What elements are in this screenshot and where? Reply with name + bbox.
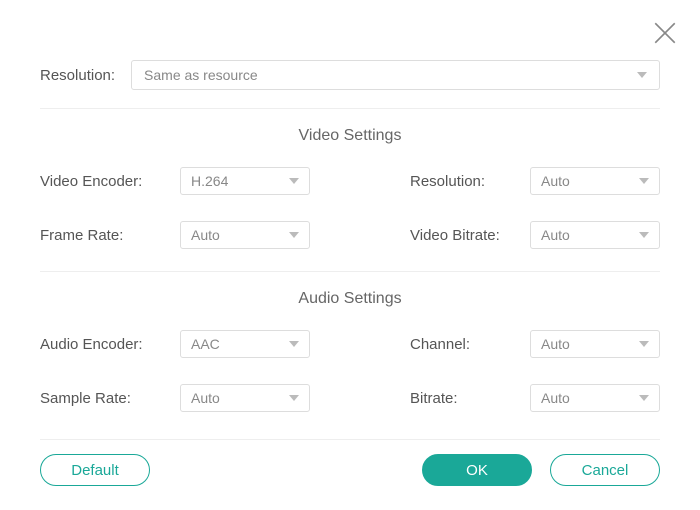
audio-settings-heading: Audio Settings: [40, 290, 660, 308]
audio-encoder-select[interactable]: AAC: [180, 330, 310, 358]
chevron-down-icon: [289, 232, 299, 238]
video-encoder-label: Video Encoder:: [40, 173, 180, 190]
video-resolution-select[interactable]: Auto: [530, 167, 660, 195]
default-button-label: Default: [71, 462, 119, 479]
video-encoder-select[interactable]: H.264: [180, 167, 310, 195]
chevron-down-icon: [289, 395, 299, 401]
video-encoder-value: H.264: [191, 173, 228, 189]
video-resolution-label: Resolution:: [410, 173, 530, 190]
chevron-down-icon: [639, 341, 649, 347]
video-bitrate-label: Video Bitrate:: [410, 227, 530, 244]
frame-rate-select[interactable]: Auto: [180, 221, 310, 249]
chevron-down-icon: [289, 341, 299, 347]
audio-bitrate-label: Bitrate:: [410, 390, 530, 407]
audio-encoder-label: Audio Encoder:: [40, 336, 180, 353]
cancel-button[interactable]: Cancel: [550, 454, 660, 486]
frame-rate-value: Auto: [191, 227, 220, 243]
video-bitrate-value: Auto: [541, 227, 570, 243]
audio-bitrate-select[interactable]: Auto: [530, 384, 660, 412]
chevron-down-icon: [639, 232, 649, 238]
channel-label: Channel:: [410, 336, 530, 353]
ok-button[interactable]: OK: [422, 454, 532, 486]
video-bitrate-select[interactable]: Auto: [530, 221, 660, 249]
default-button[interactable]: Default: [40, 454, 150, 486]
chevron-down-icon: [639, 178, 649, 184]
sample-rate-label: Sample Rate:: [40, 390, 180, 407]
chevron-down-icon: [637, 72, 647, 78]
chevron-down-icon: [639, 395, 649, 401]
sample-rate-value: Auto: [191, 390, 220, 406]
close-button[interactable]: [652, 20, 678, 46]
audio-encoder-value: AAC: [191, 336, 220, 352]
cancel-button-label: Cancel: [582, 462, 629, 479]
frame-rate-label: Frame Rate:: [40, 227, 180, 244]
ok-button-label: OK: [466, 462, 488, 479]
video-settings-heading: Video Settings: [40, 127, 660, 145]
audio-bitrate-value: Auto: [541, 390, 570, 406]
top-resolution-value: Same as resource: [144, 67, 258, 83]
sample-rate-select[interactable]: Auto: [180, 384, 310, 412]
video-resolution-value: Auto: [541, 173, 570, 189]
chevron-down-icon: [289, 178, 299, 184]
top-resolution-label: Resolution:: [40, 67, 115, 84]
channel-select[interactable]: Auto: [530, 330, 660, 358]
top-resolution-select[interactable]: Same as resource: [131, 60, 660, 90]
channel-value: Auto: [541, 336, 570, 352]
close-icon: [652, 20, 678, 46]
